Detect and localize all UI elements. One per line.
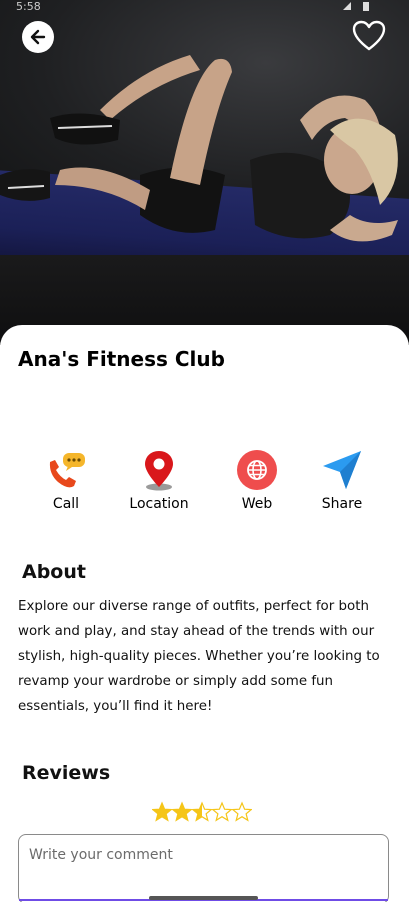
star-icon[interactable]: [172, 801, 192, 823]
call-label: Call: [52, 496, 80, 512]
star-icon[interactable]: [152, 801, 172, 823]
web-button[interactable]: Web: [217, 448, 297, 518]
star-rating[interactable]: [152, 801, 252, 825]
page-title: Ana's Fitness Club: [18, 347, 225, 371]
signal-battery-icon: [343, 2, 369, 11]
star-icon[interactable]: [192, 801, 212, 823]
web-label: Web: [241, 496, 273, 512]
share-button[interactable]: Share: [302, 448, 382, 518]
star-icon[interactable]: [232, 801, 252, 823]
phone-chat-icon: [49, 453, 85, 488]
about-text: Explore our diverse range of outfits, pe…: [18, 599, 380, 714]
map-pin-icon: [145, 451, 173, 491]
location-label: Location: [129, 496, 189, 512]
comment-input[interactable]: [19, 835, 388, 875]
back-button[interactable]: [22, 21, 54, 53]
action-row: Call Location Web Share: [0, 448, 409, 518]
hero-image: 5:58: [0, 0, 409, 345]
status-time: 5:58: [16, 0, 41, 13]
send-icon: [323, 451, 361, 489]
arrow-left-icon: [30, 29, 46, 45]
star-icon[interactable]: [212, 801, 232, 823]
location-button[interactable]: Location: [119, 448, 199, 518]
comment-field[interactable]: [18, 834, 389, 902]
globe-icon: [237, 450, 277, 490]
favorite-button[interactable]: [351, 19, 387, 53]
home-indicator[interactable]: [149, 896, 258, 900]
about-heading: About: [22, 561, 86, 583]
call-button[interactable]: Call: [26, 448, 106, 518]
hero-figure: [0, 55, 398, 242]
heart-outline-icon: [352, 20, 386, 51]
status-icons: [341, 0, 381, 14]
share-label: Share: [321, 496, 363, 512]
reviews-heading: Reviews: [22, 762, 111, 784]
